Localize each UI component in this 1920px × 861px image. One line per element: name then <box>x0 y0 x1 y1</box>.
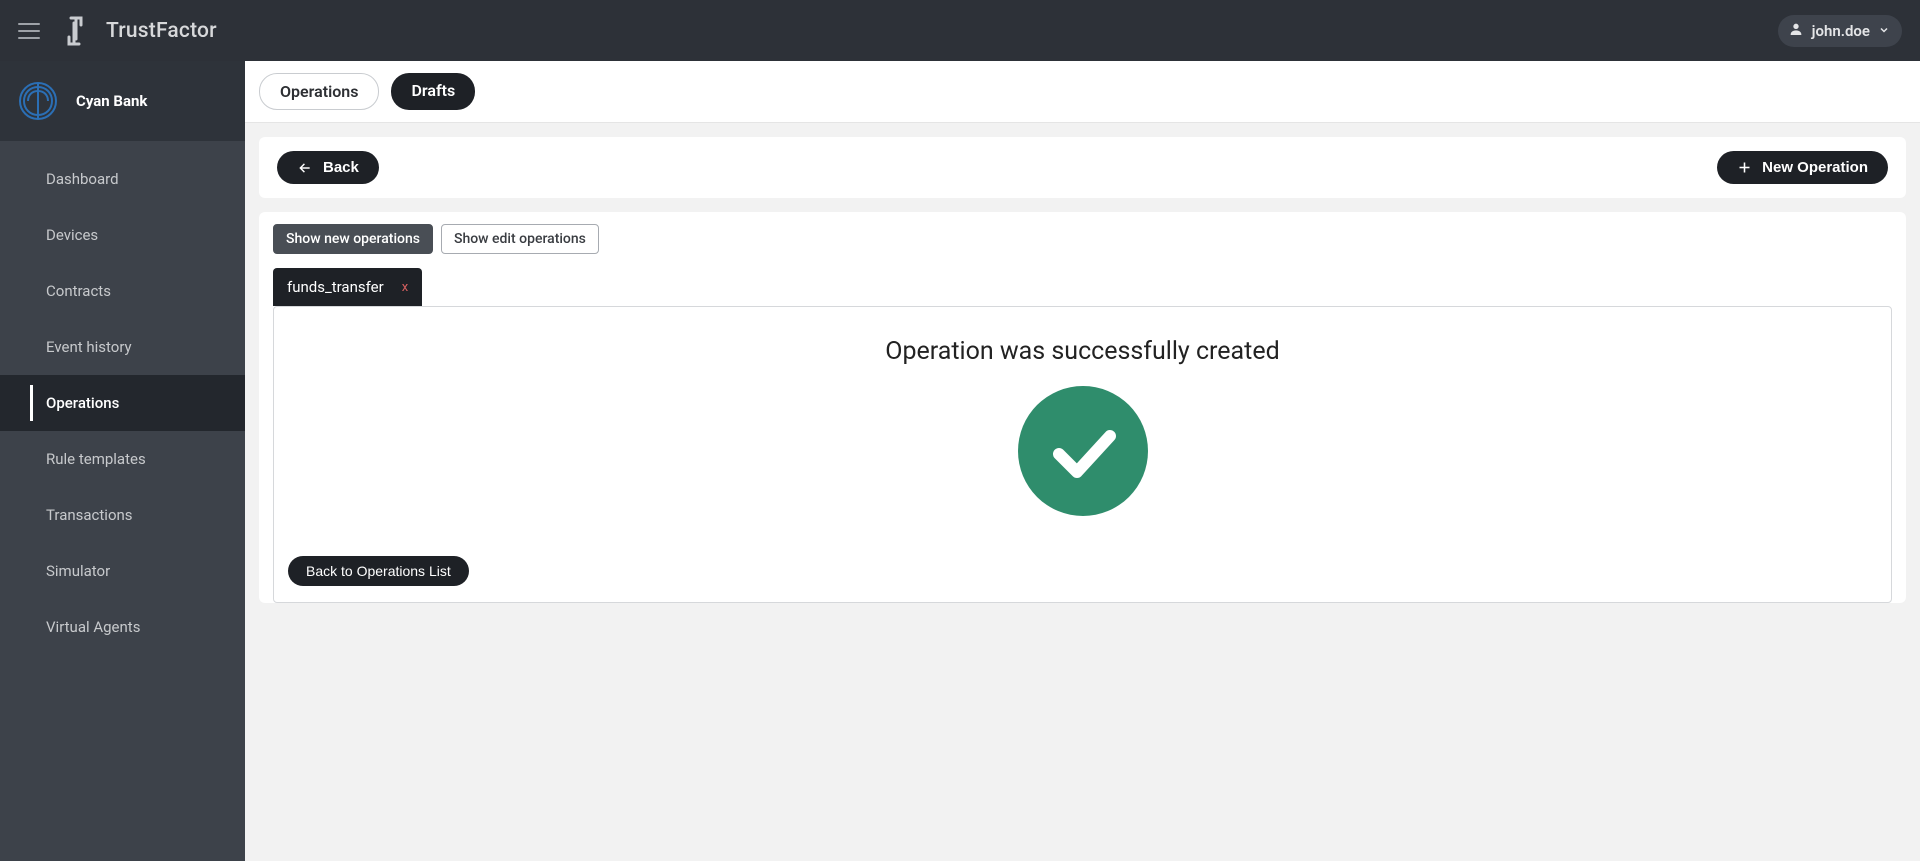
app-logo-icon <box>58 14 92 48</box>
sidebar-item-contracts[interactable]: Contracts <box>0 263 245 319</box>
toolbar-panel: Back New Operation <box>259 137 1906 198</box>
content-panel: Show new operations Show edit operations… <box>259 212 1906 603</box>
tab-label: Operations <box>280 82 358 101</box>
new-operation-button[interactable]: New Operation <box>1717 151 1888 184</box>
sidebar-item-label: Contracts <box>46 282 111 300</box>
arrow-left-icon <box>297 161 313 175</box>
sidebar-item-simulator[interactable]: Simulator <box>0 543 245 599</box>
subtab-label: funds_transfer <box>287 278 384 296</box>
sidebar: Cyan Bank Dashboard Devices Contracts Ev… <box>0 61 245 861</box>
top-header: TrustFactor john.doe <box>0 0 1920 61</box>
sidebar-item-dashboard[interactable]: Dashboard <box>0 151 245 207</box>
tab-label: Drafts <box>411 81 455 100</box>
username-label: john.doe <box>1812 22 1870 40</box>
sidebar-item-label: Devices <box>46 226 98 244</box>
plus-icon <box>1737 160 1752 175</box>
subtab-row: funds_transfer x <box>259 254 1906 306</box>
filter-show-edit-button[interactable]: Show edit operations <box>441 224 599 254</box>
sidebar-item-transactions[interactable]: Transactions <box>0 487 245 543</box>
sidebar-item-label: Event history <box>46 338 132 356</box>
draft-tab-funds-transfer[interactable]: funds_transfer x <box>273 268 422 306</box>
sidebar-item-event-history[interactable]: Event history <box>0 319 245 375</box>
app-title: TrustFactor <box>106 19 217 43</box>
filter-row: Show new operations Show edit operations <box>259 212 1906 254</box>
chevron-down-icon <box>1878 21 1890 40</box>
button-label: Back to Operations List <box>306 563 451 579</box>
close-icon[interactable]: x <box>402 280 408 295</box>
sidebar-item-label: Rule templates <box>46 450 146 468</box>
back-to-list-button[interactable]: Back to Operations List <box>288 556 469 586</box>
sidebar-item-label: Virtual Agents <box>46 618 140 636</box>
success-check-icon <box>1018 386 1148 516</box>
user-icon <box>1788 21 1804 41</box>
filter-show-new-button[interactable]: Show new operations <box>273 224 433 254</box>
chip-label: Show new operations <box>286 231 420 247</box>
org-block[interactable]: Cyan Bank <box>0 61 245 141</box>
back-button[interactable]: Back <box>277 151 379 184</box>
button-label: Back <box>323 159 359 176</box>
tab-operations[interactable]: Operations <box>259 73 379 110</box>
sidebar-item-label: Operations <box>46 394 119 412</box>
header-left: TrustFactor <box>18 14 217 48</box>
button-label: New Operation <box>1762 159 1868 176</box>
tabs-bar: Operations Drafts <box>245 61 1920 123</box>
sidebar-item-devices[interactable]: Devices <box>0 207 245 263</box>
success-title: Operation was successfully created <box>885 337 1279 366</box>
chip-label: Show edit operations <box>454 231 586 247</box>
sidebar-item-label: Dashboard <box>46 170 119 188</box>
org-name: Cyan Bank <box>76 92 147 110</box>
success-block: Operation was successfully created <box>288 337 1877 556</box>
toolbar: Back New Operation <box>259 137 1906 198</box>
menu-toggle-button[interactable] <box>18 23 40 39</box>
user-menu-button[interactable]: john.doe <box>1778 15 1902 47</box>
main-content: Operations Drafts Back <box>245 61 1920 861</box>
sidebar-item-rule-templates[interactable]: Rule templates <box>0 431 245 487</box>
sidebar-item-label: Transactions <box>46 506 133 524</box>
sidebar-item-operations[interactable]: Operations <box>0 375 245 431</box>
sidebar-item-label: Simulator <box>46 562 110 580</box>
tab-drafts[interactable]: Drafts <box>391 73 475 110</box>
logo-area: TrustFactor <box>58 14 217 48</box>
sidebar-item-virtual-agents[interactable]: Virtual Agents <box>0 599 245 655</box>
nav-list: Dashboard Devices Contracts Event histor… <box>0 141 245 655</box>
content-card: Operation was successfully created Back … <box>273 306 1892 603</box>
org-logo-icon <box>14 77 62 125</box>
